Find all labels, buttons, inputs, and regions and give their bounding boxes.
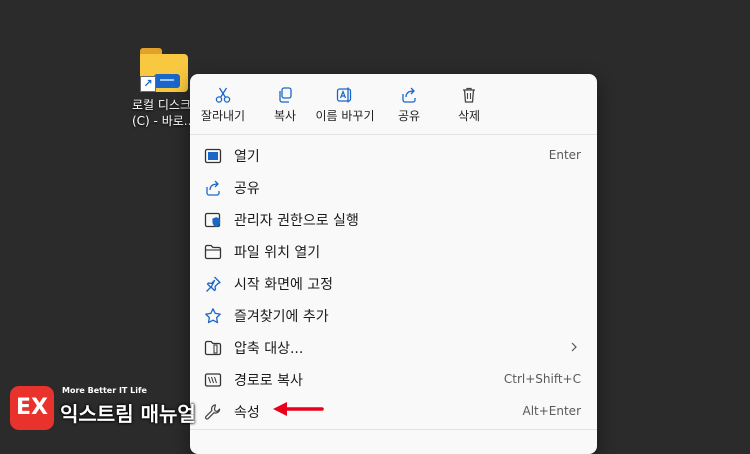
menu-item-run-as-admin[interactable]: 관리자 권한으로 실행	[190, 203, 597, 235]
chevron-right-icon	[571, 342, 577, 352]
rename-icon	[336, 87, 352, 103]
watermark: EX More Better IT Life 익스트림 매뉴얼	[6, 384, 196, 436]
drive-folder-icon: ↗	[140, 48, 188, 92]
menu-item-pin-to-start[interactable]: 시작 화면에 고정	[190, 267, 597, 299]
watermark-logo: EX	[10, 386, 54, 430]
rename-button[interactable]: 이름 바꾸기	[312, 82, 378, 128]
run-as-admin-icon	[204, 212, 221, 228]
share-button[interactable]: 공유	[390, 82, 428, 128]
context-menu-toolbar: 잘라내기 복사 이름 바꾸기 공유 삭제	[190, 74, 597, 134]
context-menu: 잘라내기 복사 이름 바꾸기 공유 삭제 열기 Enter 공유 관리자 권한으…	[190, 74, 597, 454]
menu-item-open-file-location[interactable]: 파일 위치 열기	[190, 235, 597, 267]
menu-item-copy-as-path[interactable]: 경로로 복사 Ctrl+Shift+C	[190, 363, 597, 395]
watermark-brand: 익스트림 매뉴얼	[60, 402, 196, 426]
cut-button[interactable]: 잘라내기	[196, 82, 250, 128]
open-icon	[204, 148, 222, 164]
copy-button[interactable]: 복사	[266, 82, 304, 128]
menu-item-share[interactable]: 공유	[190, 171, 597, 203]
watermark-tagline: More Better IT Life	[62, 386, 147, 395]
copy-path-icon	[204, 373, 222, 387]
scissors-icon	[215, 87, 231, 103]
star-icon	[205, 308, 221, 324]
menu-item-open[interactable]: 열기 Enter	[190, 139, 597, 171]
toolbar-divider	[190, 134, 597, 135]
bottom-divider	[190, 429, 597, 430]
wrench-icon	[205, 404, 221, 420]
annotation-arrow-icon	[273, 402, 324, 416]
archive-icon	[204, 340, 222, 356]
pin-icon	[206, 276, 221, 292]
menu-item-add-to-favorites[interactable]: 즐겨찾기에 추가	[190, 299, 597, 331]
copy-icon	[279, 87, 292, 103]
shortcut-label: 로컬 디스크 (C) - 바로...	[132, 98, 196, 128]
share-icon	[402, 87, 416, 103]
trash-icon	[463, 87, 475, 103]
delete-button[interactable]: 삭제	[450, 82, 488, 128]
share-icon	[206, 180, 220, 196]
menu-item-compress-to[interactable]: 압축 대상...	[190, 331, 597, 363]
menu-item-properties[interactable]: 속성 Alt+Enter	[190, 395, 597, 427]
shortcut-arrow-icon: ↗	[140, 76, 156, 92]
folder-icon	[204, 244, 222, 260]
